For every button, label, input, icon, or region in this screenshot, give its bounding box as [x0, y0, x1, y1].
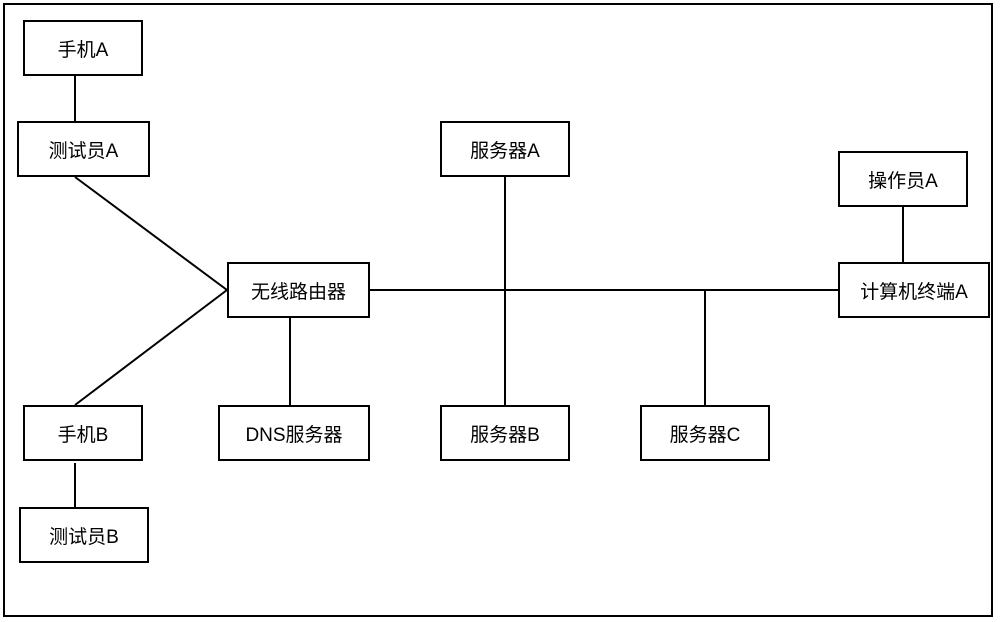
node-dns-server: DNS服务器	[218, 405, 370, 461]
node-terminal-a: 计算机终端A	[838, 262, 990, 318]
node-server-a: 服务器A	[440, 121, 570, 177]
label-operator-a: 操作员A	[868, 166, 938, 193]
label-tester-b: 测试员B	[49, 522, 119, 549]
label-router: 无线路由器	[251, 277, 346, 304]
label-server-b: 服务器B	[470, 420, 540, 447]
node-phone-b: 手机B	[23, 405, 143, 461]
label-phone-a: 手机A	[58, 35, 109, 62]
node-phone-a: 手机A	[23, 20, 143, 76]
node-tester-b: 测试员B	[19, 507, 149, 563]
node-tester-a: 测试员A	[17, 121, 150, 177]
node-router: 无线路由器	[227, 262, 370, 318]
label-phone-b: 手机B	[58, 420, 109, 447]
label-dns-server: DNS服务器	[245, 420, 342, 447]
node-operator-a: 操作员A	[838, 151, 968, 207]
label-terminal-a: 计算机终端A	[860, 277, 968, 304]
label-server-c: 服务器C	[670, 420, 741, 447]
node-server-b: 服务器B	[440, 405, 570, 461]
node-server-c: 服务器C	[640, 405, 770, 461]
label-tester-a: 测试员A	[49, 136, 119, 163]
label-server-a: 服务器A	[470, 136, 540, 163]
